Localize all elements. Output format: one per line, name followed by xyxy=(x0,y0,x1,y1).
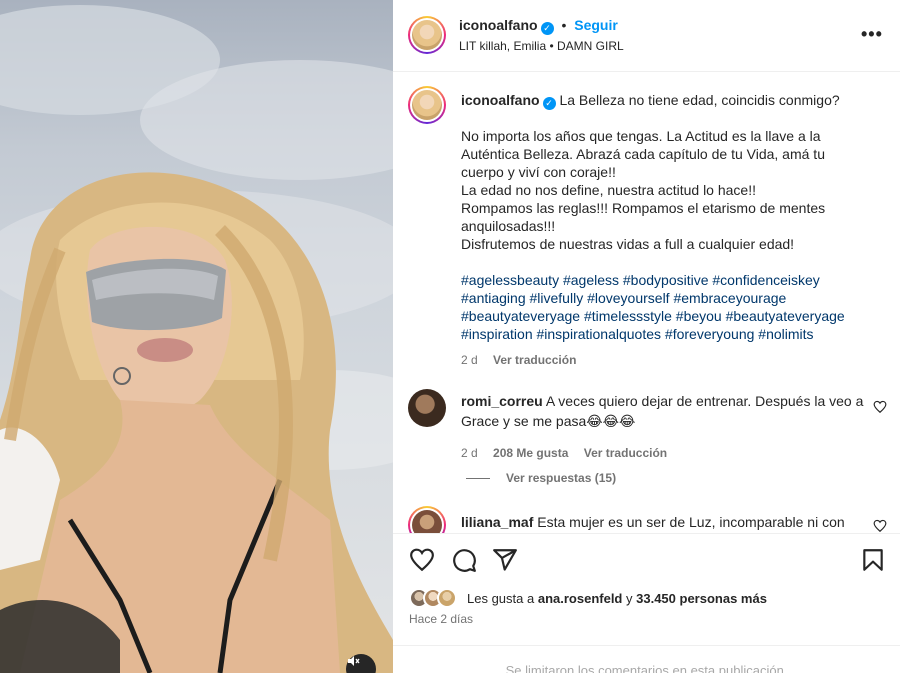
comment-username[interactable]: liliana_maf xyxy=(461,514,533,530)
bookmark-icon[interactable] xyxy=(860,547,886,573)
post-media[interactable] xyxy=(0,0,393,673)
comment-username[interactable]: romi_correu xyxy=(461,393,543,409)
post-photo xyxy=(0,5,393,673)
caption-translate-link[interactable]: Ver traducción xyxy=(493,353,576,367)
caption-author[interactable]: iconoalfano xyxy=(461,92,540,108)
author-username[interactable]: iconoalfano xyxy=(459,17,538,33)
heart-icon[interactable] xyxy=(409,547,435,573)
caption-age: 2 d xyxy=(461,353,478,367)
comment-meta: 2 d 208 Me gusta Ver traducción xyxy=(461,443,871,463)
view-replies-button[interactable]: Ver respuestas (15) xyxy=(466,471,616,485)
header-divider xyxy=(393,71,900,72)
audio-label[interactable]: LIT killah, Emilia • DAMN GIRL xyxy=(459,39,624,53)
view-replies-label: Ver respuestas (15) xyxy=(506,471,617,485)
actions-divider xyxy=(393,533,900,534)
comment-avatar[interactable] xyxy=(408,389,446,427)
caption-body-3: Rompamos las reglas!!! Rompamos el etari… xyxy=(461,200,826,234)
mute-icon xyxy=(348,656,360,666)
caption-body-1: No importa los años que tengas. La Actit… xyxy=(461,128,825,180)
footer-divider xyxy=(393,645,900,646)
caption: iconoalfano ✓ La Belleza no tiene edad, c… xyxy=(461,91,861,369)
likes-user[interactable]: ana.rosenfeld xyxy=(538,591,623,606)
caption-body-4: Disfrutemos de nuestras vidas a full a c… xyxy=(461,236,795,252)
follow-button[interactable]: Seguir xyxy=(574,17,618,33)
author-avatar[interactable] xyxy=(408,16,446,54)
caption-title: La Belleza no tiene edad, coincidis conm… xyxy=(559,92,840,108)
caption-meta: 2 d Ver traducción xyxy=(461,351,861,369)
likes-others[interactable]: 33.450 personas más xyxy=(636,591,767,606)
likes-conj: y xyxy=(626,590,633,606)
verified-icon: ✓ xyxy=(540,22,554,35)
likes-summary[interactable]: Les gusta a ana.rosenfeld y 33.450 perso… xyxy=(409,588,767,608)
comment-likes[interactable]: 208 Me gusta xyxy=(493,446,568,460)
post-panel: iconoalfano ✓ • Seguir LIT killah, Emilia… xyxy=(393,0,900,673)
post-time: Hace 2 días xyxy=(409,612,474,626)
comment-like-icon[interactable] xyxy=(873,400,887,414)
separator-dot: • xyxy=(561,17,567,33)
share-icon[interactable] xyxy=(492,547,518,573)
caption-hashtags[interactable]: #agelessbeauty #ageless #bodypositive #c… xyxy=(461,271,861,343)
likers-avatars xyxy=(409,588,457,608)
more-icon[interactable]: ••• xyxy=(861,25,882,45)
comment-like-icon[interactable] xyxy=(873,519,887,533)
verified-icon: ✓ xyxy=(542,97,556,110)
comment-text: Esta mujer es un ser de Luz, incomparabl… xyxy=(537,514,845,530)
caption-avatar[interactable] xyxy=(408,86,446,124)
post-header: iconoalfano ✓ • Seguir xyxy=(459,17,618,35)
comment-item: romi_correu A veces quiero dejar de entr… xyxy=(461,391,871,463)
action-bar xyxy=(393,533,900,583)
comment-age: 2 d xyxy=(461,446,478,460)
replies-line xyxy=(466,477,490,479)
likes-prefix: Les gusta a xyxy=(467,590,535,606)
comment-icon[interactable] xyxy=(451,547,477,573)
comment-translate-link[interactable]: Ver traducción xyxy=(584,446,667,460)
caption-body-2: La edad no nos define, nuestra actitud l… xyxy=(461,182,756,198)
comment-item: liliana_maf Esta mujer es un ser de Luz,… xyxy=(461,512,871,532)
comments-limited-note: Se limitaron los comentarios en esta pub… xyxy=(505,663,788,673)
